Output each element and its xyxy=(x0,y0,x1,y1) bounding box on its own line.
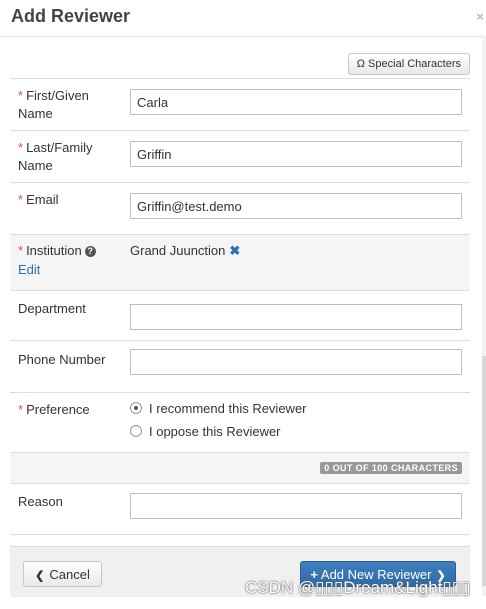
required-marker: * xyxy=(18,243,24,258)
first-name-field[interactable] xyxy=(130,89,462,115)
required-marker: * xyxy=(18,88,24,103)
watermark: CSDN @▯▯▯Dream&Light▯▯▯ xyxy=(245,578,471,597)
help-icon[interactable]: ? xyxy=(84,246,96,257)
scrollbar-thumb[interactable] xyxy=(482,356,486,586)
required-marker: * xyxy=(18,140,24,155)
remove-institution-icon[interactable]: ✖ xyxy=(229,243,240,258)
department-label: Department xyxy=(18,301,86,316)
phone-label: Phone Number xyxy=(18,352,106,367)
institution-label: * Institution? xyxy=(18,242,96,260)
required-marker: * xyxy=(18,192,24,207)
reason-field[interactable] xyxy=(130,493,462,519)
institution-value: Grand Juunction ✖ xyxy=(130,243,241,258)
preference-option-oppose[interactable]: I oppose this Reviewer xyxy=(130,424,281,439)
cancel-label: Cancel xyxy=(49,567,90,582)
close-icon[interactable]: × xyxy=(476,9,484,24)
last-name-field[interactable] xyxy=(130,141,462,167)
reason-label: Reason xyxy=(18,494,63,509)
phone-field[interactable] xyxy=(130,349,462,375)
chevron-left-icon: ❮ xyxy=(35,570,45,582)
institution-edit-link[interactable]: Edit xyxy=(18,262,40,277)
dialog-title: Add Reviewer xyxy=(11,6,131,26)
scrollbar[interactable] xyxy=(482,36,486,596)
cancel-button[interactable]: ❮ Cancel xyxy=(23,561,102,587)
email-field[interactable] xyxy=(130,193,462,219)
first-name-label: * First/Given Name xyxy=(18,88,89,121)
department-field[interactable] xyxy=(130,304,462,330)
email-row: * Email xyxy=(10,183,470,235)
radio-selected-icon[interactable] xyxy=(130,402,142,414)
phone-row: Phone Number xyxy=(10,341,470,393)
department-row: Department xyxy=(10,291,470,341)
preference-label: * Preference xyxy=(18,402,90,417)
reason-row: Reason xyxy=(10,484,470,535)
character-count-badge: 0 OUT OF 100 CHARACTERS xyxy=(320,462,462,474)
last-name-row: * Last/Family Name xyxy=(10,131,470,183)
last-name-label: * Last/Family Name xyxy=(18,140,93,173)
dialog-header: Add Reviewer × xyxy=(0,0,486,37)
first-name-row: * First/Given Name xyxy=(10,79,470,131)
radio-unselected-icon[interactable] xyxy=(130,425,142,437)
preference-option-recommend[interactable]: I recommend this Reviewer xyxy=(130,401,307,416)
preference-row: * Preference I recommend this Reviewer I … xyxy=(10,393,470,453)
char-counter-row: 0 OUT OF 100 CHARACTERS xyxy=(10,453,470,484)
institution-row: * Institution? Edit Grand Juunction ✖ xyxy=(10,235,470,291)
reviewer-form: Ω Special Characters *First/Given Name *… xyxy=(10,36,470,535)
special-characters-button[interactable]: Ω Special Characters xyxy=(347,53,470,75)
required-marker: * xyxy=(18,402,24,417)
special-characters-row: Ω Special Characters xyxy=(10,36,470,79)
email-label: * Email xyxy=(18,192,59,207)
